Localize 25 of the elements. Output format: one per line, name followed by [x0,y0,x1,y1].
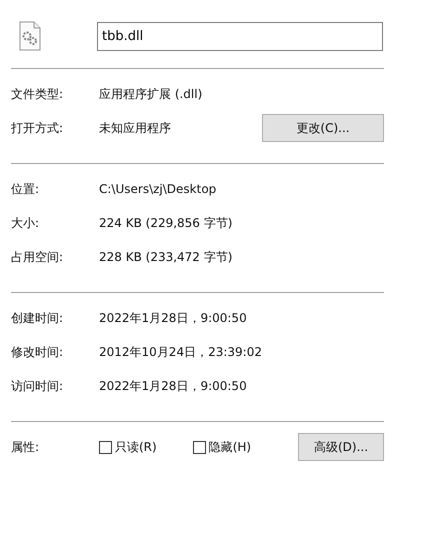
checkbox-label[interactable]: 只读(R) [115,438,157,456]
checkbox[interactable] [192,440,206,454]
field-label: 大小: [11,214,40,232]
field-label: 打开方式: [11,120,64,136]
field-label: 创建时间: [11,310,64,326]
field-value: 224 KB (229,856 字节) [99,214,234,232]
field-label: 占用空间: [11,248,64,266]
file-name-field[interactable]: tbb.dll [97,22,383,50]
field-value: 2022年1月28日，9:00:50 [99,310,248,326]
field-value: C:\Users\zj\Desktop [99,182,218,196]
field-value: 应用程序扩展 (.dll) [99,86,204,102]
checkbox-label[interactable]: 隐藏(H) [208,438,252,456]
field-label: 位置: [11,180,40,198]
field-value: 未知应用程序 [99,120,172,136]
change-button[interactable]: 更改(C)... [262,114,384,142]
advanced-button[interactable]: 高级(D)... [298,433,384,461]
field-label: 文件类型: [11,86,64,102]
field-value: 2012年10月24日，23:39:02 [99,344,263,360]
field-label: 属性: [11,438,40,456]
field-label: 访问时间: [11,378,64,394]
settings-file-icon [19,21,41,51]
field-value: 228 KB (233,472 字节) [99,248,234,266]
field-label: 修改时间: [11,344,64,360]
field-value: 2022年1月28日，9:00:50 [99,378,248,394]
checkbox[interactable] [99,440,112,454]
